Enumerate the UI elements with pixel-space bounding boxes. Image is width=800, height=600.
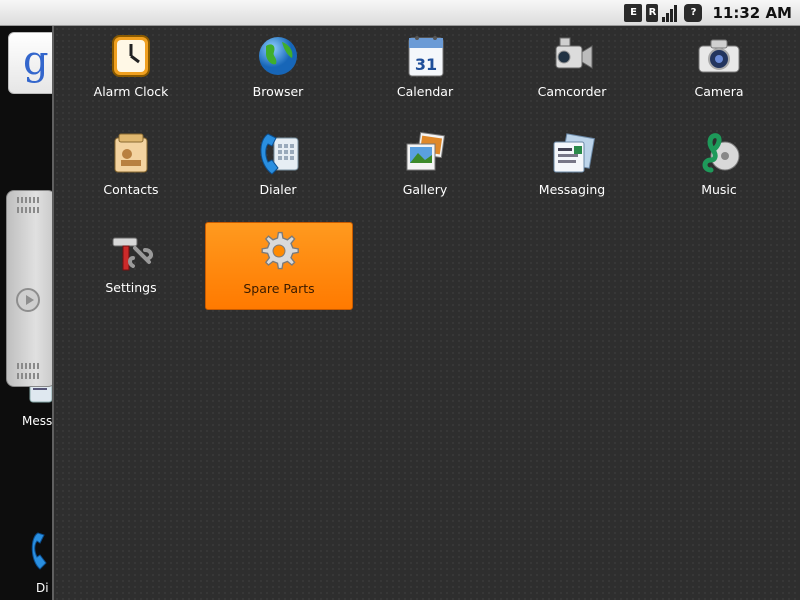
google-logo-icon: g [23,38,49,84]
app-camera[interactable]: Camera [646,26,792,112]
calendar-icon: 31 [408,36,444,77]
phone-icon[interactable] [28,531,52,571]
calendar-day: 31 [415,55,437,74]
app-messaging[interactable]: Messaging [499,124,645,210]
app-alarm-clock[interactable]: Alarm Clock [58,26,204,112]
app-browser[interactable]: Browser [205,26,351,112]
app-dialer[interactable]: Dialer [205,124,351,210]
app-label: Settings [105,280,157,295]
app-camcorder[interactable]: Camcorder [499,26,645,112]
network-badge: E [630,7,637,18]
status-icons: E R ? 11:32 AM [624,2,792,23]
home-label-dialer: Di [36,581,49,595]
app-contacts[interactable]: Contacts [58,124,204,210]
roaming-icon: R [646,3,659,22]
settings-tools-icon [112,237,154,271]
drawer-toggle-icon [16,288,40,312]
gear-icon [261,231,299,270]
home-label-messaging: Mess [22,414,53,428]
grip-top [17,197,41,203]
messaging-icon [553,133,595,173]
app-gallery[interactable]: Gallery [352,124,498,210]
app-label: Alarm Clock [93,84,169,99]
app-calendar[interactable]: 31 Calendar [352,26,498,112]
phone-icon [260,133,299,175]
status-bar[interactable]: E R ? 11:32 AM [0,0,800,26]
app-label: Dialer [259,182,297,197]
app-drawer: Alarm Clock Browser 31 Calendar Camcorde… [52,26,800,600]
home-screen: g Mess Di [0,26,56,600]
signal-strength-icon [662,4,680,22]
no-sim-icon: ? [684,3,703,22]
app-settings[interactable]: Settings [58,222,204,308]
app-label: Contacts [103,182,159,197]
app-label: Calendar [396,84,454,99]
google-search-widget[interactable]: g [8,32,56,94]
grip-top-2 [17,207,41,213]
app-label: Messaging [538,182,606,197]
app-drawer-handle[interactable] [6,190,56,387]
globe-icon [259,37,297,75]
app-spare-parts[interactable]: Spare Parts [205,222,353,310]
app-label: Camera [694,84,744,99]
edge-network-icon: E [624,3,643,22]
app-label: Music [701,182,737,197]
roaming-badge: R [648,7,657,18]
app-label: Camcorder [537,84,607,99]
grip-bottom-2 [17,373,41,379]
contacts-icon [114,133,148,173]
gallery-icon [406,131,445,171]
clock: 11:32 AM [712,3,792,22]
music-icon [702,133,740,173]
app-label: Gallery [402,182,448,197]
app-label: Browser [252,84,304,99]
camcorder-icon [555,37,593,69]
camera-icon [698,39,740,73]
app-music[interactable]: Music [646,124,792,210]
alarm-clock-icon [112,35,150,77]
unknown-badge: ? [690,7,697,18]
grip-bottom [17,363,41,369]
app-label: Spare Parts [243,281,315,296]
